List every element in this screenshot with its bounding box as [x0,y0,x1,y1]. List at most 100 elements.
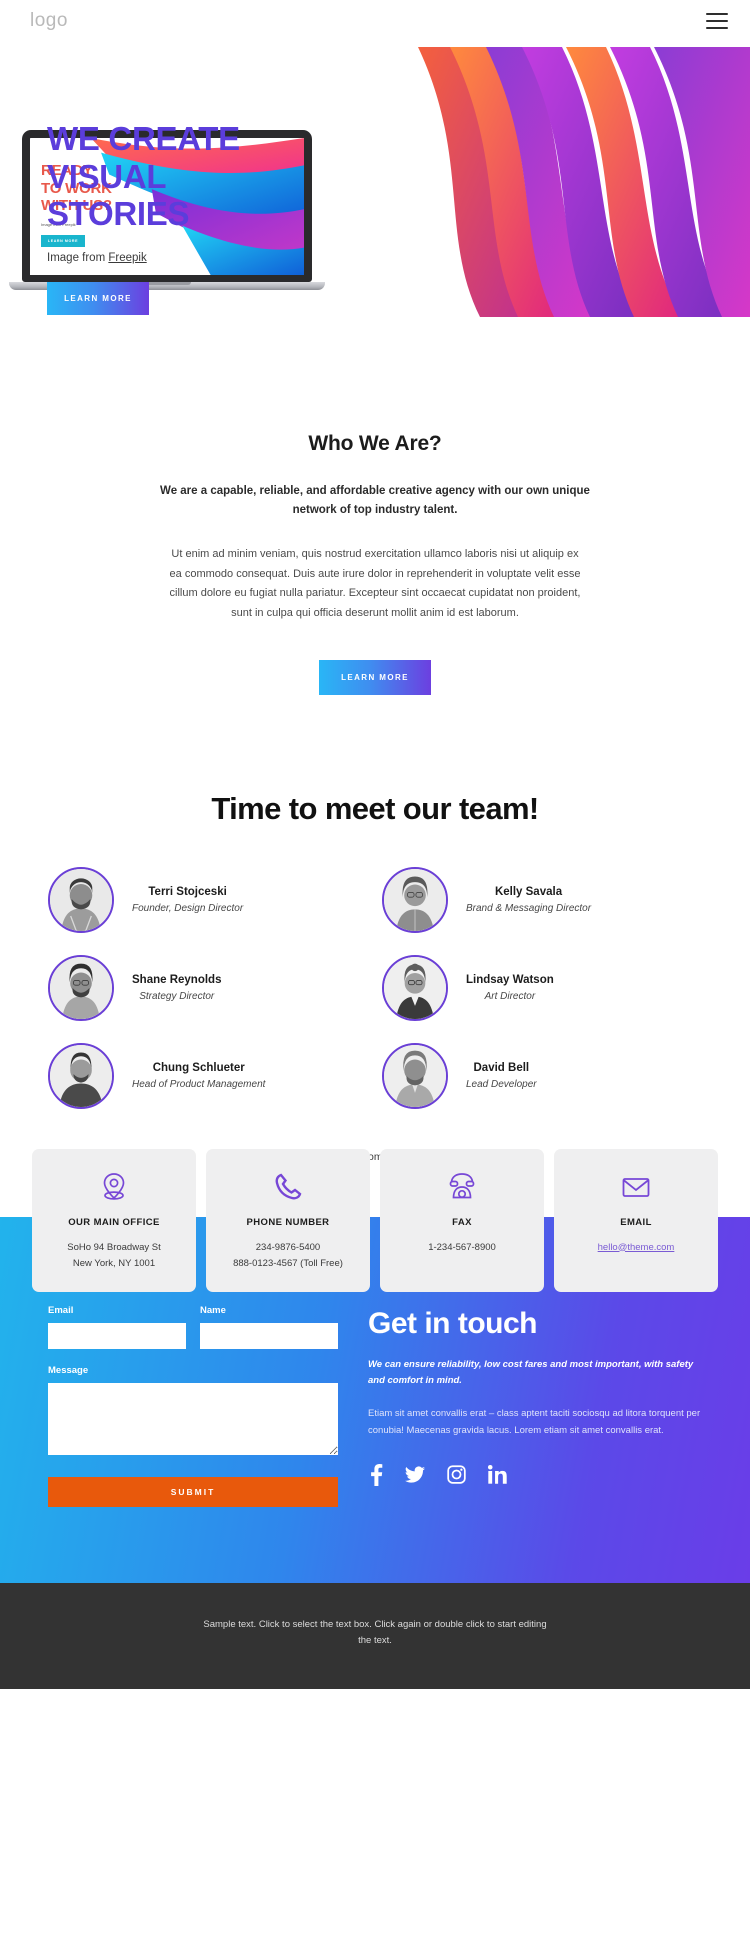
team-member-role: Art Director [484,990,536,1002]
contact-card-line-1: 1-234-567-8900 [428,1241,496,1253]
team-member-name: Shane Reynolds [132,973,222,986]
team-member-info: Chung Schlueter Head of Product Manageme… [132,1062,265,1090]
linkedin-icon[interactable] [487,1464,508,1485]
about-body-text: Ut enim ad minim veniam, quis nostrud ex… [169,548,581,619]
name-label: Name [200,1304,226,1316]
message-field-group: Message [48,1365,338,1455]
about-heading: Who We Are? [308,432,442,455]
hamburger-menu-icon[interactable] [706,13,728,29]
avatar-portrait [384,956,446,1019]
site-header: logo [0,0,750,42]
team-member-role: Brand & Messaging Director [466,902,592,914]
team-member-name: Chung Schlueter [152,1061,245,1074]
team-member-info: Terri Stojceski Founder, Design Director [132,886,243,914]
contact-card-email[interactable]: EMAIL hello@theme.com [554,1148,718,1293]
get-in-touch-copy: Get in touch We can ensure reliability, … [368,1305,702,1507]
team-member-role: Head of Product Management [132,1078,266,1090]
hero-image-credit: Image from Freepik [47,252,327,264]
message-textarea[interactable] [48,1382,338,1455]
team-member[interactable]: Chung Schlueter Head of Product Manageme… [48,1042,368,1109]
phone-icon [214,1171,362,1203]
map-pin-icon [40,1171,188,1203]
contact-card-office[interactable]: OUR MAIN OFFICE SoHo 94 Broadway St New … [32,1148,196,1293]
team-member[interactable]: Shane Reynolds Strategy Director [48,954,368,1021]
message-label: Message [48,1364,89,1376]
team-member-name: Lindsay Watson [466,973,554,986]
instagram-icon[interactable] [446,1464,467,1485]
avatar [382,866,448,933]
hero-title-line-3: STORIES [47,195,190,233]
email-input[interactable] [48,1322,186,1349]
team-member[interactable]: David Bell Lead Developer [382,1042,702,1109]
burger-bar-3 [706,27,728,29]
name-field-group: Name [200,1305,338,1349]
get-in-touch-row: Email Name Message SUBMIT Get in touch W… [48,1305,702,1507]
twitter-icon[interactable] [404,1464,426,1486]
hero-artwork [410,42,750,332]
about-section: Who We Are? We are a capable, reliable, … [0,332,750,695]
facebook-icon[interactable] [368,1463,384,1486]
team-member-info: David Bell Lead Developer [466,1062,537,1090]
contact-card-phone[interactable]: PHONE NUMBER 234-9876-5400 888-0123-4567… [206,1148,370,1293]
contact-card-lines: hello@theme.com [562,1240,710,1256]
burger-bar-1 [706,13,728,15]
team-member-name: Terri Stojceski [148,885,227,898]
logo[interactable]: logo [30,10,68,32]
hero-section: READY TO WORK WITH US? Image from Freepik … [0,42,750,332]
site-footer: Sample text. Click to select the text bo… [0,1582,750,1690]
contact-card-lines: 1-234-567-8900 [388,1240,536,1256]
avatar-portrait [50,956,112,1019]
team-member[interactable]: Terri Stojceski Founder, Design Director [48,866,368,933]
contact-card-title: EMAIL [620,1216,652,1228]
about-learn-more-button[interactable]: LEARN MORE [319,659,431,695]
contact-card-line-1: 234-9876-5400 [255,1241,321,1253]
hero-learn-more-button[interactable]: LEARN MORE [47,281,149,315]
swoosh-graphic [418,47,750,317]
team-member[interactable]: Lindsay Watson Art Director [382,954,702,1021]
team-member-role: Strategy Director [139,990,215,1002]
email-field-group: Email [48,1305,186,1349]
envelope-icon [562,1171,710,1203]
hero-credit-link[interactable]: Freepik [108,252,146,264]
avatar-portrait [384,868,446,931]
team-member-info: Lindsay Watson Art Director [466,974,554,1002]
get-in-touch-lead: We can ensure reliability, low cost fare… [368,1358,694,1387]
about-lead-text: We are a capable, reliable, and affordab… [160,485,590,516]
contact-blue-band: OUR MAIN OFFICE SoHo 94 Broadway St New … [0,1148,750,1583]
contact-card-fax[interactable]: FAX 1-234-567-8900 [380,1148,544,1293]
submit-button[interactable]: SUBMIT [48,1476,338,1507]
hero-title-line-2: VISUAL [47,157,167,195]
contact-card-line-2: New York, NY 1001 [72,1257,156,1269]
contact-form: Email Name Message SUBMIT [48,1305,338,1507]
contact-card-lines: 234-9876-5400 888-0123-4567 (Toll Free) [214,1240,362,1273]
fax-icon [388,1171,536,1203]
avatar [382,1042,448,1109]
avatar [48,866,114,933]
contact-cards: OUR MAIN OFFICE SoHo 94 Broadway St New … [32,1148,718,1293]
get-in-touch-heading: Get in touch [368,1306,538,1340]
email-link[interactable]: hello@theme.com [598,1242,675,1253]
team-member-role: Lead Developer [466,1078,537,1090]
social-links [368,1463,702,1486]
contact-section: OUR MAIN OFFICE SoHo 94 Broadway St New … [0,1148,750,1583]
avatar [382,954,448,1021]
avatar [48,954,114,1021]
team-heading: Time to meet our team! [211,790,539,826]
footer-text: Sample text. Click to select the text bo… [203,1618,547,1646]
team-member-name: David Bell [473,1061,530,1074]
team-member-info: Shane Reynolds Strategy Director [132,974,221,1002]
form-first-row: Email Name [48,1305,338,1365]
team-member-role: Founder, Design Director [132,902,244,914]
hero-copy: WE CREATE VISUAL STORIES Image from Free… [47,120,327,315]
team-member[interactable]: Kelly Savala Brand & Messaging Director [382,866,702,933]
name-input[interactable] [200,1322,338,1349]
hero-title-line-1: WE CREATE [47,120,240,157]
contact-card-title: FAX [452,1216,472,1228]
avatar [48,1042,114,1109]
contact-card-title: OUR MAIN OFFICE [68,1216,160,1228]
contact-card-line-1: SoHo 94 Broadway St [67,1241,161,1253]
team-member-name: Kelly Savala [494,885,563,898]
avatar-portrait [50,868,112,931]
contact-card-title: PHONE NUMBER [246,1216,330,1228]
page-title: WE CREATE VISUAL STORIES [47,120,327,233]
